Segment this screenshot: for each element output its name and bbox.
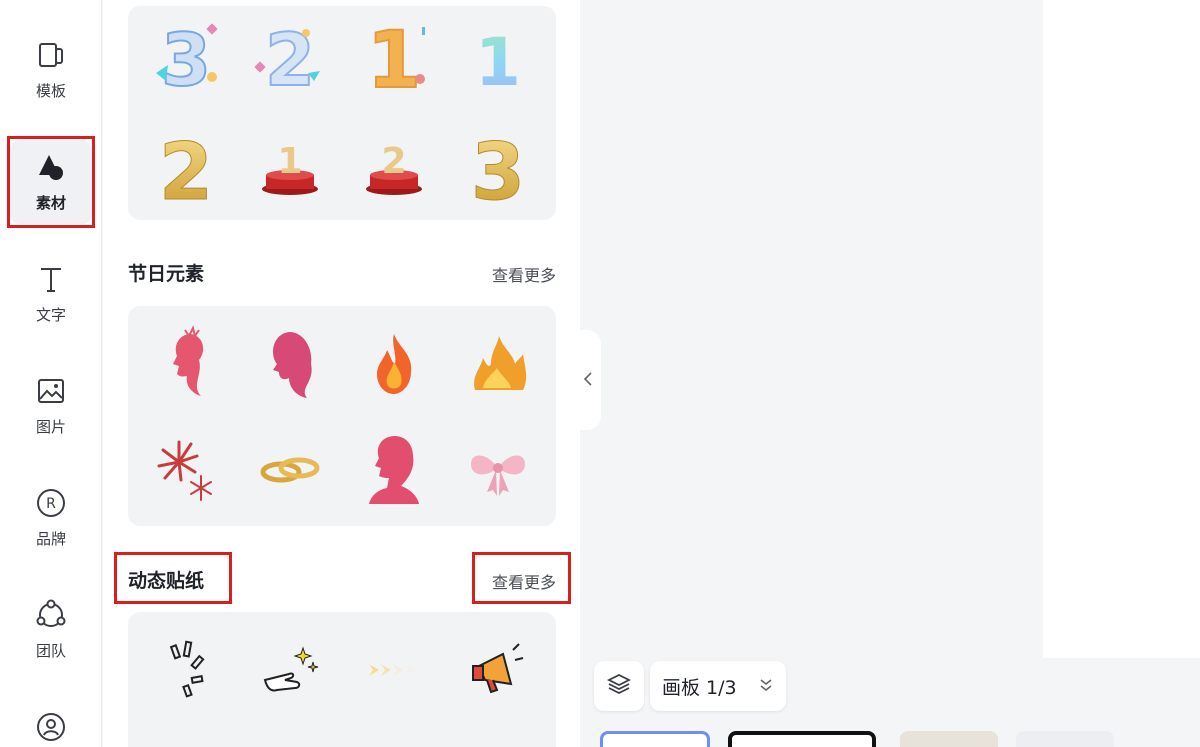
burst-lines-icon <box>169 640 205 698</box>
image-icon <box>34 374 68 408</box>
svg-text:3: 3 <box>161 18 211 102</box>
nav-item-team[interactable]: 团队 <box>10 588 92 672</box>
sticker-item[interactable] <box>448 620 548 720</box>
editor-app: 模板 素材 文字 图片 R 品牌 团队 3 2 1 1 2 1 2 3 节日元素… <box>0 0 1200 747</box>
artboard[interactable] <box>1043 0 1200 658</box>
number-stickers-card: 3 2 1 1 2 1 2 3 <box>128 6 556 220</box>
pink-bow-icon <box>471 455 525 496</box>
festival-see-more-link[interactable]: 查看更多 <box>492 262 556 286</box>
woman-profile-silhouette-icon <box>369 436 419 504</box>
section-title-festival: 节日元素 <box>128 263 205 285</box>
sticker-item[interactable]: 2 <box>136 114 236 214</box>
sticker-item[interactable]: 2 <box>240 8 340 108</box>
animated-see-more-link[interactable]: 查看更多 <box>492 569 556 593</box>
material-panel: 3 2 1 1 2 1 2 3 节日元素 查看更多 动态贴纸 查看更多 <box>103 0 580 747</box>
sticker-item[interactable] <box>240 314 340 414</box>
team-icon <box>34 598 68 632</box>
nav-label: 团队 <box>35 642 66 660</box>
user-icon <box>34 710 68 744</box>
sticker-item[interactable] <box>344 418 444 518</box>
arrow-chevrons-icon <box>369 664 415 676</box>
svg-text:2: 2 <box>381 141 406 182</box>
nav-item-image[interactable]: 图片 <box>10 364 92 448</box>
flame-icon <box>377 334 412 394</box>
nav-item-brand[interactable]: R 品牌 <box>10 476 92 560</box>
material-icon <box>34 150 68 184</box>
layers-icon <box>606 671 632 701</box>
pointing-hand-sparkle-icon <box>263 646 319 692</box>
sticker-item[interactable]: 3 <box>136 8 236 108</box>
svg-text:1: 1 <box>367 16 421 103</box>
svg-text:3: 3 <box>471 128 525 209</box>
woman-hair-silhouette-icon <box>273 332 312 398</box>
nav-item-user[interactable] <box>10 700 92 747</box>
golden-flame-icon <box>474 336 527 390</box>
wedding-rings-icon <box>260 457 320 483</box>
nav-item-material[interactable]: 素材 <box>10 140 92 224</box>
section-title-animated-stickers: 动态贴纸 <box>128 570 205 592</box>
sticker-item[interactable] <box>344 620 444 720</box>
svg-text:R: R <box>46 496 56 512</box>
nav-label: 文字 <box>35 306 66 324</box>
collapse-panel-button[interactable] <box>575 330 601 430</box>
podium-1-sticker-icon: 1 <box>262 141 318 195</box>
chevron-double-down-icon <box>758 675 774 700</box>
woman-silhouette-crown-icon <box>173 325 204 396</box>
page-thumbnail[interactable] <box>900 731 998 747</box>
sticker-item[interactable] <box>448 314 548 414</box>
svg-text:1: 1 <box>277 141 302 182</box>
sticker-item[interactable]: 1 <box>344 8 444 108</box>
number-1-gold-sticker-icon: 1 <box>366 15 425 103</box>
fireworks-icon <box>157 440 212 501</box>
sticker-item[interactable] <box>448 418 548 518</box>
number-2-sticker-icon: 2 <box>254 17 320 103</box>
nav-label: 品牌 <box>35 530 66 548</box>
sticker-item[interactable] <box>136 418 236 518</box>
page-thumbnail[interactable] <box>1016 731 1114 747</box>
page-thumbnail[interactable] <box>600 731 710 747</box>
sticker-item[interactable]: 1 <box>240 114 340 214</box>
sticker-item[interactable] <box>136 314 236 414</box>
podium-2-sticker-icon: 2 <box>366 141 422 195</box>
artboard-selector[interactable]: 画板 1/3 <box>650 661 786 711</box>
sticker-item[interactable] <box>344 314 444 414</box>
sticker-item[interactable] <box>240 418 340 518</box>
brand-icon: R <box>34 486 68 520</box>
nav-item-text[interactable]: 文字 <box>10 252 92 336</box>
number-2-gold-sticker-icon: 2 <box>158 128 213 210</box>
nav-item-template[interactable]: 模板 <box>10 28 92 112</box>
artboard-selector-label: 画板 1/3 <box>662 676 737 699</box>
sticker-item[interactable]: 1 <box>448 8 548 108</box>
sticker-item[interactable] <box>240 620 340 720</box>
sticker-item[interactable] <box>136 620 236 720</box>
svg-text:2: 2 <box>159 128 213 209</box>
nav-label: 模板 <box>35 82 66 100</box>
nav-label: 素材 <box>35 194 66 212</box>
page-thumbnail[interactable] <box>728 731 876 747</box>
left-nav-rail: 模板 素材 文字 图片 R 品牌 团队 <box>0 0 102 747</box>
megaphone-icon <box>472 643 524 694</box>
chevron-left-icon <box>583 371 593 390</box>
festival-stickers-card <box>128 306 556 526</box>
layers-button[interactable] <box>594 661 644 711</box>
nav-label: 图片 <box>35 418 66 436</box>
sticker-item[interactable]: 3 <box>448 114 548 214</box>
animated-stickers-card <box>128 612 556 747</box>
sticker-item[interactable]: 2 <box>344 114 444 214</box>
number-3-sticker-icon: 3 <box>156 17 218 103</box>
svg-text:1: 1 <box>475 24 521 101</box>
text-icon <box>34 262 68 296</box>
number-1-gradient-sticker-icon: 1 <box>475 24 521 101</box>
template-icon <box>34 38 68 72</box>
number-3-gold-sticker-icon: 3 <box>470 128 525 210</box>
